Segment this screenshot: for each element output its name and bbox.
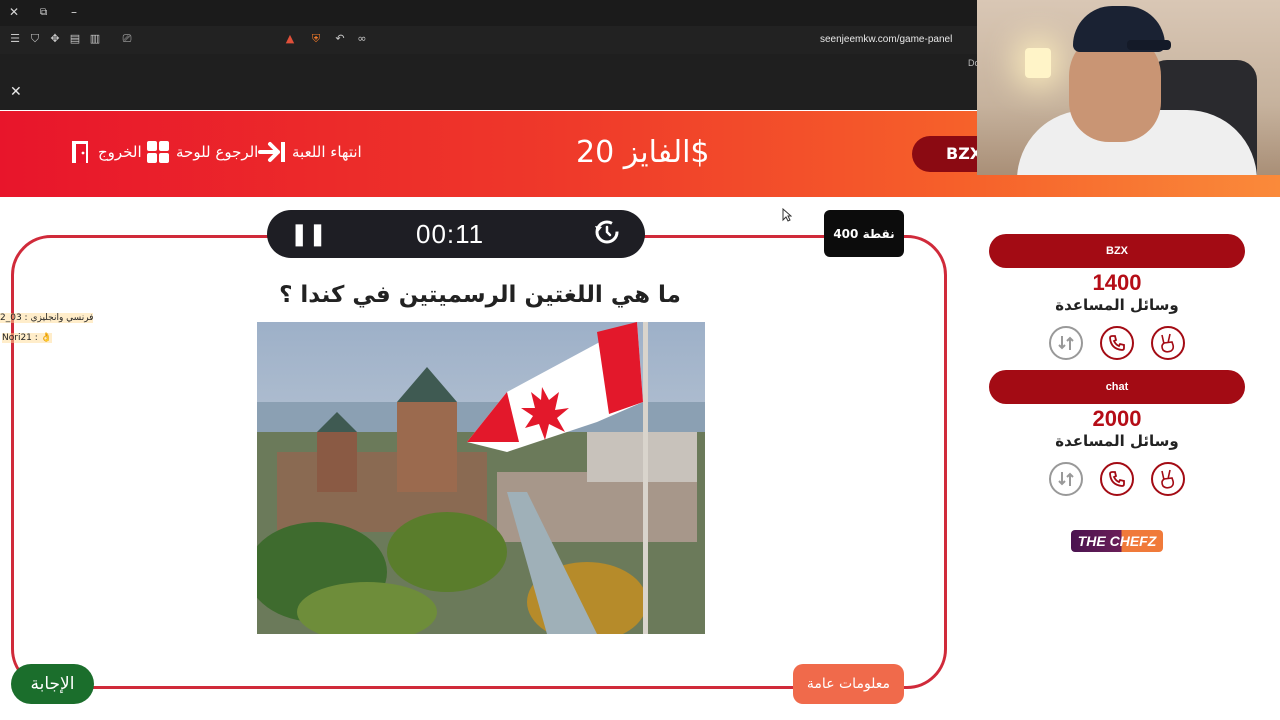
window-close-icon[interactable]: ✕ (9, 5, 19, 19)
team-score: 2000 (1092, 406, 1142, 431)
arrow-to-line-icon (258, 142, 285, 162)
team-name-bar: BZX (989, 234, 1245, 268)
sidebar-icon[interactable]: ▥ (89, 33, 101, 45)
puzzle-icon[interactable]: ✥ (49, 33, 61, 45)
board-label: الرجوع للوحة (176, 143, 259, 161)
question-text: ما هي اللغتين الرسميتين في كندا ؟ (279, 282, 681, 308)
end-game-button[interactable]: انتهاء اللعبة (258, 140, 362, 164)
sponsor-logo: THE CHEFZ (1071, 530, 1163, 552)
chat-message: Nori21 : 👌 (2, 333, 52, 343)
webcam-overlay (977, 0, 1280, 175)
swap-icon (1058, 472, 1074, 486)
peace-hand-icon (1161, 333, 1175, 353)
door-exit-icon (72, 141, 88, 163)
screenshot-icon[interactable]: ⎚ (121, 33, 133, 45)
team-name-bar: chat (989, 370, 1245, 404)
aids-label: وسائل المساعدة (1055, 432, 1179, 450)
end-label: انتهاء اللعبة (292, 143, 362, 161)
answer-button[interactable]: الإجابة (11, 664, 94, 704)
extension-alert-icon[interactable]: ▲ (284, 33, 296, 45)
shield-icon[interactable]: ⛉ (29, 33, 41, 45)
aids-label: وسائل المساعدة (1055, 296, 1179, 314)
exit-label: الخروج (98, 143, 142, 161)
brave-shield-icon[interactable]: ⛨ (310, 33, 322, 45)
window-restore-icon[interactable]: ⧉ (40, 7, 47, 18)
window-minimize-icon[interactable]: – (71, 5, 77, 19)
mouse-cursor-icon (782, 208, 792, 222)
call-aid-button[interactable] (1100, 326, 1134, 360)
exit-button[interactable]: الخروج (70, 140, 142, 164)
address-bar[interactable]: seenjeemkw.com/game-panel (820, 34, 952, 45)
grid-icon (147, 141, 169, 163)
peace-hand-icon (1161, 469, 1175, 489)
double-aid-button[interactable] (1151, 462, 1185, 496)
close-panel-icon[interactable]: ✕ (10, 84, 22, 100)
reader-icon[interactable]: ∞ (356, 33, 368, 45)
phone-icon (1109, 335, 1125, 351)
chat-message: فرنسي وانجليزي : 03_2 (0, 313, 94, 323)
category-badge: معلومات عامة (793, 664, 904, 704)
pause-icon[interactable]: ❚❚ (290, 222, 327, 247)
lamp (1025, 48, 1051, 78)
swap-icon (1058, 336, 1074, 350)
timer-display: 00:11 (416, 219, 485, 249)
team-score: 1400 (1092, 270, 1142, 295)
phone-icon (1109, 471, 1125, 487)
swap-aid-button[interactable] (1049, 462, 1083, 496)
back-to-board-button[interactable]: الرجوع للوحة (146, 140, 258, 164)
call-aid-button[interactable] (1100, 462, 1134, 496)
back-icon[interactable]: ↶ (334, 33, 346, 45)
cap-brim (1127, 40, 1171, 50)
question-image (257, 322, 705, 634)
swap-aid-button[interactable] (1049, 326, 1083, 360)
points-badge: 400 نقطة (824, 210, 904, 257)
tabs-icon[interactable]: ▤ (69, 33, 81, 45)
history-icon[interactable] (592, 218, 620, 246)
menu-icon[interactable]: ☰ (9, 33, 21, 45)
double-aid-button[interactable] (1151, 326, 1185, 360)
prize-title: الفايز 20$ (576, 135, 710, 170)
